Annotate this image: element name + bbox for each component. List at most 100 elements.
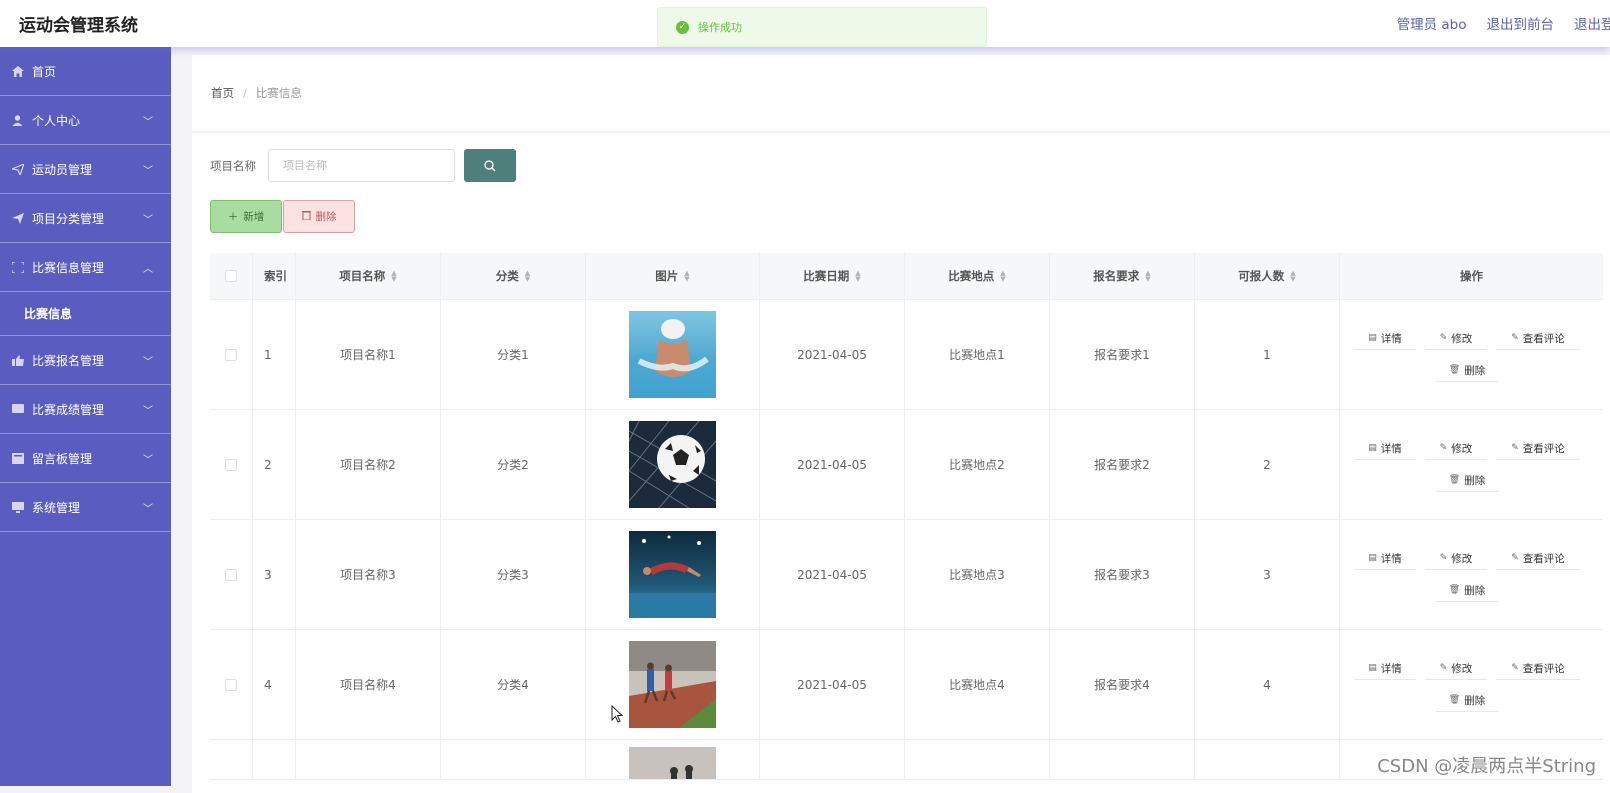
runners-thumbnail[interactable] xyxy=(629,641,716,728)
view-comments-button[interactable]: ✎ 查看评论 xyxy=(1496,328,1580,350)
mouse-cursor-icon xyxy=(611,704,624,727)
header-category[interactable]: 分类 ▲ ▼ xyxy=(441,253,586,299)
sidebar-item-match-info[interactable]: 比赛信息管理 ︿ xyxy=(0,243,171,292)
edit-button[interactable]: ✎ 修改 xyxy=(1425,328,1487,350)
swimmer-thumbnail[interactable] xyxy=(629,311,716,398)
sort-icon[interactable]: ▲ ▼ xyxy=(1145,270,1150,283)
edit-icon: ✎ xyxy=(1439,443,1448,453)
header-picture[interactable]: 图片 ▲ ▼ xyxy=(586,253,760,299)
cell-capacity: 2 xyxy=(1195,410,1340,519)
comments-label: 查看评论 xyxy=(1522,552,1565,565)
row-operations: ▤ 详情 ✎ 修改 ✎ 查看评论 🗑 删除 xyxy=(1352,328,1592,382)
logout-link[interactable]: 退出登录 xyxy=(1574,13,1610,33)
chevron-down-icon: ﹀ xyxy=(143,455,153,466)
sort-icon[interactable]: ▲ ▼ xyxy=(391,270,396,283)
breadcrumb: 首页 / 比赛信息 xyxy=(192,55,1610,131)
comments-label: 查看评论 xyxy=(1522,662,1565,675)
main-area: 首页 / 比赛信息 项目名称 ＋ 新增 删除 xyxy=(171,47,1610,793)
row-checkbox[interactable] xyxy=(225,678,237,691)
cell-date: 2021-04-05 xyxy=(760,520,905,629)
document-icon: ▤ xyxy=(1368,553,1377,563)
detail-label: 详情 xyxy=(1380,332,1402,345)
search-button[interactable] xyxy=(464,149,516,182)
delete-button-label: 删除 xyxy=(315,211,337,223)
success-check-icon: ✓ xyxy=(676,20,689,34)
cell-operations: ▤ 详情 ✎ 修改 ✎ 查看评论 🗑 删除 xyxy=(1340,410,1603,519)
sort-icon[interactable]: ▲ ▼ xyxy=(855,270,860,283)
trash-icon: 🗑 xyxy=(1448,475,1461,485)
row-checkbox[interactable] xyxy=(225,348,237,361)
sidebar-item-message-board[interactable]: 留言板管理 ﹀ xyxy=(0,434,171,483)
sidebar-item-athletes[interactable]: 运动员管理 ﹀ xyxy=(0,145,171,194)
edit-icon: ✎ xyxy=(1439,333,1448,343)
cell-requirement: 报名要求2 xyxy=(1050,410,1195,519)
header-location[interactable]: 比赛地点 ▲ ▼ xyxy=(905,253,1050,299)
sort-icon[interactable]: ▲ ▼ xyxy=(1000,270,1005,283)
sort-icon[interactable]: ▲ ▼ xyxy=(1290,270,1295,283)
sidebar-item-personal-center[interactable]: 个人中心 ﹀ xyxy=(0,96,171,145)
table-row: 4 项目名称4 分类4 2021-04-05 比赛地点4 报名要求4 4 ▤ 详… xyxy=(210,630,1603,740)
delete-button[interactable]: 🗑 删除 xyxy=(1436,360,1498,382)
delete-button[interactable]: 🗑 删除 xyxy=(1436,470,1498,492)
frame-icon xyxy=(11,261,24,273)
detail-button[interactable]: ▤ 详情 xyxy=(1354,328,1416,350)
view-comments-button[interactable]: ✎ 查看评论 xyxy=(1496,548,1580,570)
view-comments-button[interactable]: ✎ 查看评论 xyxy=(1496,658,1580,680)
detail-button[interactable]: ▤ 详情 xyxy=(1354,548,1416,570)
edit-icon: ✎ xyxy=(1439,553,1448,563)
document-icon: ▤ xyxy=(1368,333,1377,343)
cell-category xyxy=(441,740,586,779)
sidebar-subitem-match-info[interactable]: 比赛信息 xyxy=(0,292,171,336)
add-button[interactable]: ＋ 新增 xyxy=(210,200,282,233)
trash-icon xyxy=(301,210,311,223)
view-comments-button[interactable]: ✎ 查看评论 xyxy=(1496,438,1580,460)
sidebar-item-system[interactable]: 系统管理 ﹀ xyxy=(0,483,171,532)
sidebar-item-category[interactable]: 项目分类管理 ﹀ xyxy=(0,194,171,243)
cell-operations: ▤ 详情 ✎ 修改 ✎ 查看评论 🗑 删除 xyxy=(1340,300,1603,409)
header-name[interactable]: 项目名称 ▲ ▼ xyxy=(296,253,441,299)
comments-label: 查看评论 xyxy=(1522,332,1565,345)
sort-icon[interactable]: ▲ ▼ xyxy=(684,270,689,283)
high-jump-thumbnail[interactable] xyxy=(629,531,716,618)
sort-icon[interactable]: ▲ ▼ xyxy=(525,270,530,283)
cell-requirement xyxy=(1050,740,1195,779)
sidebar-item-home[interactable]: 首页 xyxy=(0,47,171,96)
edit-button[interactable]: ✎ 修改 xyxy=(1425,548,1487,570)
document-icon: ▤ xyxy=(1368,443,1377,453)
admin-user-link[interactable]: 管理员 abo xyxy=(1397,13,1467,33)
sidebar-item-registration[interactable]: 比赛报名管理 ﹀ xyxy=(0,336,171,385)
batch-delete-button[interactable]: 删除 xyxy=(283,200,355,233)
partial-thumbnail[interactable] xyxy=(629,747,716,779)
edit-button[interactable]: ✎ 修改 xyxy=(1425,438,1487,460)
search-input[interactable] xyxy=(268,149,455,182)
header-requirement[interactable]: 报名要求 ▲ ▼ xyxy=(1050,253,1195,299)
row-checkbox[interactable] xyxy=(225,568,237,581)
cell-name: 项目名称3 xyxy=(296,520,441,629)
header-capacity[interactable]: 可报人数 ▲ ▼ xyxy=(1195,253,1340,299)
chevron-down-icon: ﹀ xyxy=(143,406,153,417)
delete-button[interactable]: 🗑 删除 xyxy=(1436,690,1498,712)
delete-button[interactable]: 🗑 删除 xyxy=(1436,580,1498,602)
header-date[interactable]: 比赛日期 ▲ ▼ xyxy=(760,253,905,299)
comments-label: 查看评论 xyxy=(1522,442,1565,455)
row-checkbox[interactable] xyxy=(225,458,237,471)
table-row: 2 项目名称2 分类2 2021-04-05 比赛地点2 报名要求2 2 ▤ 详… xyxy=(210,410,1603,520)
sidebar-item-results[interactable]: 比赛成绩管理 ﹀ xyxy=(0,385,171,434)
exit-to-front-link[interactable]: 退出到前台 xyxy=(1487,13,1555,33)
edit-icon: ✎ xyxy=(1511,553,1519,563)
edit-button[interactable]: ✎ 修改 xyxy=(1425,658,1487,680)
delete-label: 删除 xyxy=(1464,694,1486,707)
breadcrumb-home[interactable]: 首页 xyxy=(211,85,234,101)
soccer-ball-thumbnail[interactable] xyxy=(629,421,716,508)
row-operations: ▤ 详情 ✎ 修改 ✎ 查看评论 🗑 删除 xyxy=(1352,658,1592,712)
detail-button[interactable]: ▤ 详情 xyxy=(1354,658,1416,680)
app-title: 运动会管理系统 xyxy=(19,16,138,36)
select-all-checkbox[interactable] xyxy=(225,270,237,282)
sidebar-item-label: 比赛成绩管理 xyxy=(32,402,105,417)
edit-label: 修改 xyxy=(1451,332,1473,345)
cell-location xyxy=(905,740,1050,779)
detail-button[interactable]: ▤ 详情 xyxy=(1354,438,1416,460)
sidebar-item-label: 项目分类管理 xyxy=(32,211,105,226)
header-date-label: 比赛日期 xyxy=(803,269,850,283)
monitor-icon xyxy=(11,501,24,513)
